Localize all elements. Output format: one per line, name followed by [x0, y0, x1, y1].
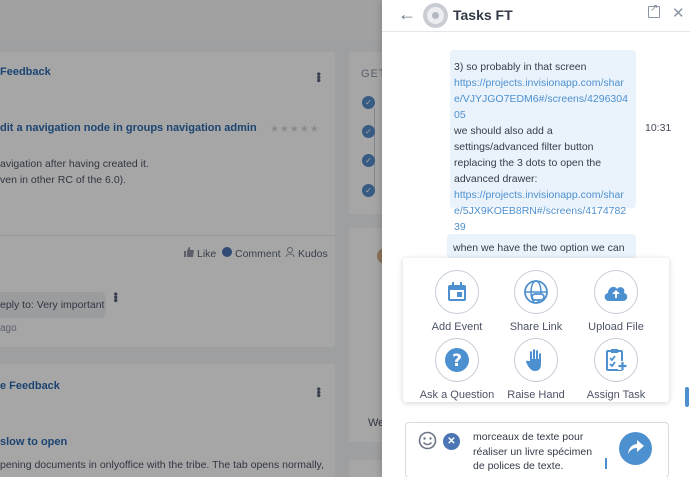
action-label: Assign Task	[586, 389, 646, 401]
room-avatar	[423, 3, 448, 28]
message-text: 3) so probably in that screen	[454, 61, 587, 73]
cloud-upload-icon	[594, 270, 638, 314]
backdrop-overlay[interactable]	[0, 0, 382, 477]
action-label: Add Event	[431, 321, 483, 333]
upload-file-action[interactable]: Upload File	[574, 270, 658, 333]
action-label: Ask a Question	[419, 389, 495, 401]
svg-text:?: ?	[452, 351, 462, 371]
action-label: Share Link	[509, 321, 563, 333]
message-link[interactable]: https://projects.invisionapp.com/share/V…	[454, 75, 630, 123]
message-bubble: when we have the two option we can	[447, 234, 636, 258]
ask-question-action[interactable]: ? Ask a Question	[415, 338, 499, 401]
raise-hand-action[interactable]: Raise Hand	[494, 338, 578, 401]
calendar-icon	[435, 270, 479, 314]
assign-task-action[interactable]: Assign Task	[574, 338, 658, 401]
room-name[interactable]: Tasks FT	[453, 7, 513, 23]
message-input[interactable]: morceaux de texte pour réaliser un livre…	[473, 430, 598, 474]
send-arrow-icon	[627, 439, 645, 458]
expand-icon[interactable]	[648, 3, 660, 18]
hand-icon	[514, 338, 558, 382]
share-link-action[interactable]: Share Link	[494, 270, 578, 333]
chat-drawer: ← Tasks FT ✕ 3) so probably in that scre…	[382, 0, 690, 477]
scrollbar-thumb[interactable]	[685, 387, 689, 407]
composer-actions-popup: Add Event Share Link Upload File ? Ask a…	[403, 258, 669, 402]
action-label: Raise Hand	[507, 389, 565, 401]
close-icon[interactable]: ✕	[672, 4, 685, 22]
message-text: when we have the two option we can	[453, 242, 625, 254]
link-icon	[514, 270, 558, 314]
message-bubble: 3) so probably in that screen https://pr…	[450, 50, 636, 233]
action-label: Upload File	[588, 321, 644, 333]
emoji-icon[interactable]	[418, 431, 437, 453]
add-event-action[interactable]: Add Event	[415, 270, 499, 333]
drawer-header: ← Tasks FT ✕	[382, 0, 690, 32]
close-actions-icon[interactable]: ✕	[443, 433, 460, 450]
message-text: we should also add a settings/advanced f…	[454, 125, 602, 185]
question-icon: ?	[435, 338, 479, 382]
task-icon	[594, 338, 638, 382]
text-caret	[605, 458, 607, 469]
message-link[interactable]: https://projects.invisionapp.com/share/5…	[454, 187, 630, 235]
message-time: 10:31	[645, 122, 672, 134]
send-button[interactable]	[619, 432, 652, 465]
back-arrow-icon[interactable]: ←	[398, 4, 416, 25]
message-composer[interactable]: ✕ morceaux de texte pour réaliser un liv…	[405, 422, 669, 477]
